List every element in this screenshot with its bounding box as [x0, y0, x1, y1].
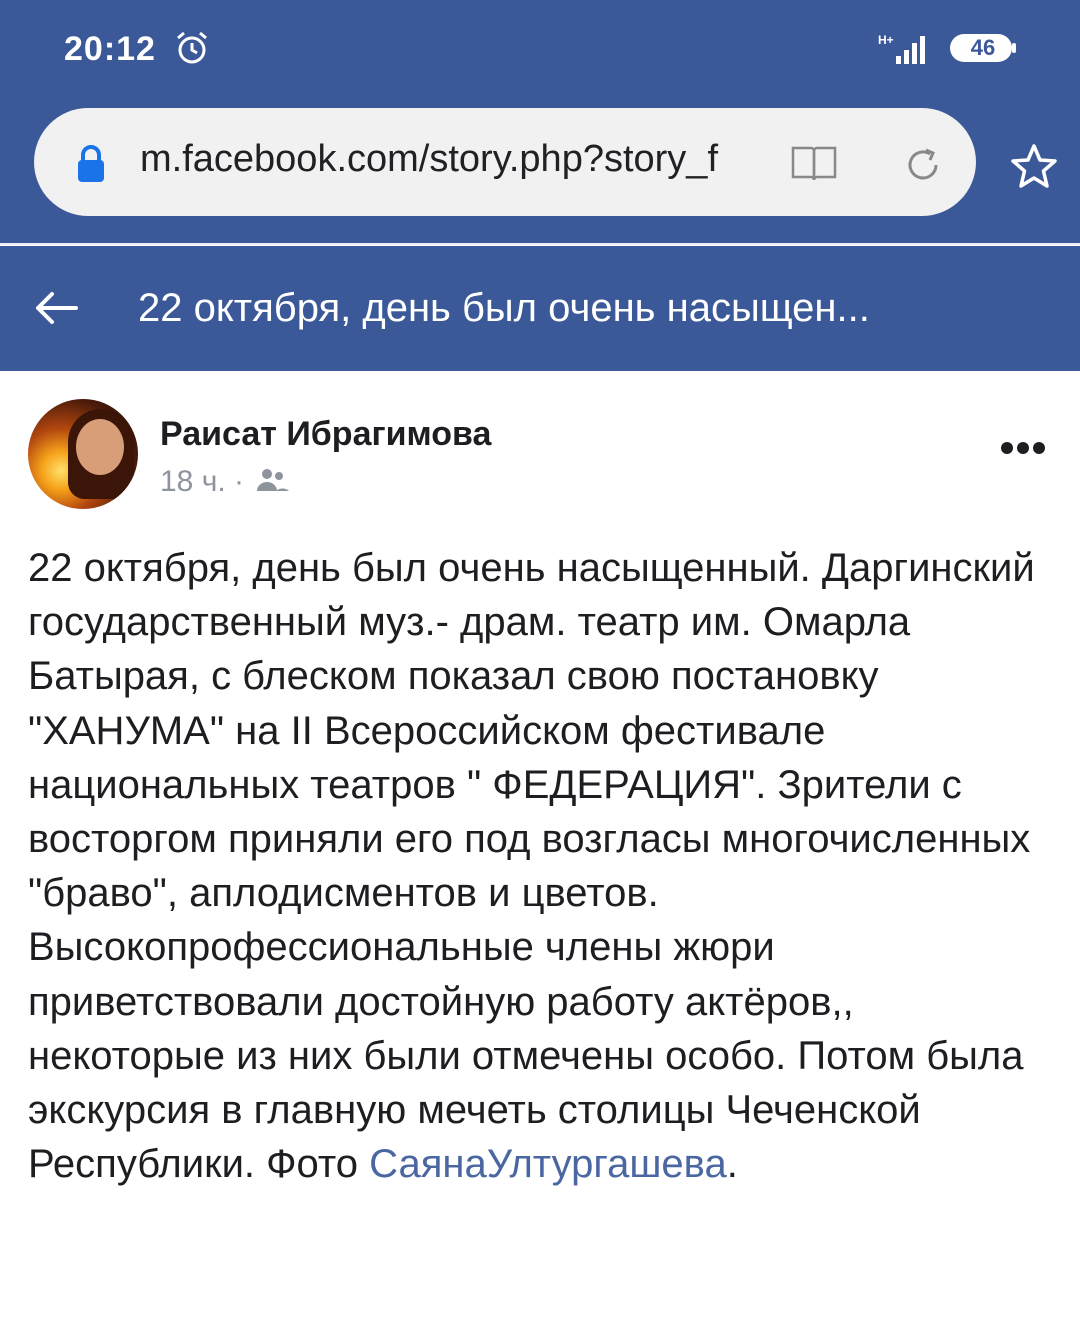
- battery-icon: 46: [948, 32, 1018, 64]
- back-arrow-icon[interactable]: [32, 288, 80, 328]
- avatar-face: [76, 419, 124, 475]
- author-name[interactable]: Раисат Ибрагимова: [160, 415, 491, 454]
- post: Раисат Ибрагимова 18 ч. · 22 октября, де…: [0, 371, 1080, 1318]
- svg-text:H+: H+: [878, 33, 894, 47]
- post-text-content: 22 октября, день был очень насыщенный. Д…: [28, 546, 1035, 1187]
- mention-link[interactable]: СаянаУлтургашева: [369, 1142, 727, 1186]
- browser-toolbar: m.facebook.com/story.php?story_f: [0, 100, 1080, 246]
- meta-separator: ·: [225, 465, 253, 498]
- url-text[interactable]: m.facebook.com/story.php?story_f: [140, 138, 770, 188]
- post-text: 22 октября, день был очень насыщенный. Д…: [28, 541, 1058, 1191]
- post-meta: 18 ч. ·: [160, 465, 290, 499]
- battery-level: 46: [970, 35, 996, 60]
- status-time: 20:12: [64, 30, 156, 68]
- post-text-end: .: [726, 1142, 738, 1187]
- page-header: 22 октября, день был очень насыщен...: [0, 246, 1080, 371]
- reload-icon[interactable]: [902, 144, 944, 186]
- friends-audience-icon: [257, 469, 290, 491]
- more-options-icon[interactable]: [1000, 441, 1046, 455]
- alarm-icon: [177, 31, 207, 64]
- reader-mode-icon[interactable]: [790, 144, 838, 184]
- avatar[interactable]: [28, 399, 138, 509]
- lock-icon: [78, 145, 104, 182]
- status-bar: 20:12 H+ 46: [0, 0, 1080, 100]
- post-time[interactable]: 18 ч.: [160, 465, 226, 498]
- bookmark-star-icon[interactable]: [1008, 142, 1060, 192]
- signal-icon: H+: [878, 33, 925, 64]
- address-bar[interactable]: m.facebook.com/story.php?story_f: [34, 108, 976, 216]
- page-title: 22 октября, день был очень насыщен...: [138, 286, 870, 330]
